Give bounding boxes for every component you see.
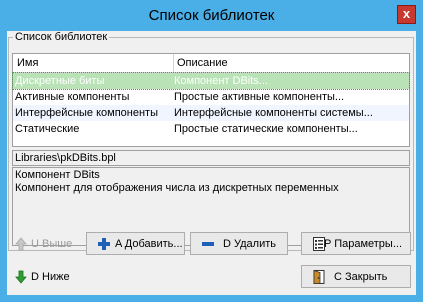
move-down-button[interactable]: D Ниже: [10, 266, 90, 288]
library-path-field: Libraries\pkDBits.bpl: [12, 150, 410, 166]
column-header-name[interactable]: Имя: [17, 57, 38, 69]
row-name: Статические: [15, 123, 80, 135]
close-label: C Закрыть: [334, 271, 388, 283]
dialog-body: Список библиотек Имя Описание Дискретные…: [7, 31, 416, 295]
move-down-label: D Ниже: [31, 271, 70, 283]
window-title: Список библиотек: [148, 7, 275, 24]
row-description: Простые активные компоненты...: [174, 91, 345, 103]
plus-icon: [98, 238, 110, 250]
row-name: Активные компоненты: [15, 91, 130, 103]
row-name: Дискретные биты: [15, 75, 105, 87]
add-button[interactable]: A Добавить...: [86, 232, 185, 255]
delete-button[interactable]: D Удалить: [190, 232, 288, 255]
table-row[interactable]: Статические Простые статические компонен…: [13, 121, 409, 137]
table-row[interactable]: Активные компоненты Простые активные ком…: [13, 89, 409, 105]
group-label: Список библиотек: [13, 31, 110, 43]
close-door-icon: [313, 270, 325, 284]
window: Список библиотек x Список библиотек Имя …: [0, 0, 423, 302]
library-group: Список библиотек Имя Описание Дискретные…: [8, 31, 414, 251]
close-window-button[interactable]: x: [397, 5, 416, 24]
row-description: Простые статические компоненты...: [174, 123, 358, 135]
table-row[interactable]: Дискретные биты Компонент DBits...: [12, 72, 410, 90]
title-bar[interactable]: Список библиотек x: [0, 0, 423, 31]
column-divider[interactable]: [173, 54, 174, 72]
arrow-up-icon: [15, 237, 27, 251]
column-header-description[interactable]: Описание: [177, 57, 228, 69]
row-description: Компонент DBits...: [174, 75, 268, 87]
arrow-down-icon: [15, 270, 27, 284]
table-row[interactable]: Интерфейсные компоненты Интерфейсные ком…: [13, 105, 409, 121]
add-label: A Добавить...: [115, 238, 183, 250]
row-description: Интерфейсные компоненты системы...: [174, 107, 373, 119]
library-path: Libraries\pkDBits.bpl: [15, 152, 116, 164]
close-icon: x: [402, 6, 411, 21]
close-button[interactable]: C Закрыть: [301, 265, 411, 288]
parameters-label: P Параметры...: [324, 238, 402, 250]
description-text: Компонент для отображения числа из дискр…: [15, 182, 339, 194]
row-name: Интерфейсные компоненты: [15, 107, 158, 119]
library-list[interactable]: Имя Описание Дискретные биты Компонент D…: [12, 53, 410, 147]
move-up-label: U Выше: [31, 238, 73, 250]
parameters-button[interactable]: P Параметры...: [301, 232, 411, 255]
description-title: Компонент DBits: [15, 169, 100, 181]
delete-label: D Удалить: [223, 238, 276, 250]
move-up-button[interactable]: U Выше: [10, 233, 90, 255]
minus-icon: [202, 242, 214, 246]
list-header: Имя Описание: [13, 54, 409, 73]
